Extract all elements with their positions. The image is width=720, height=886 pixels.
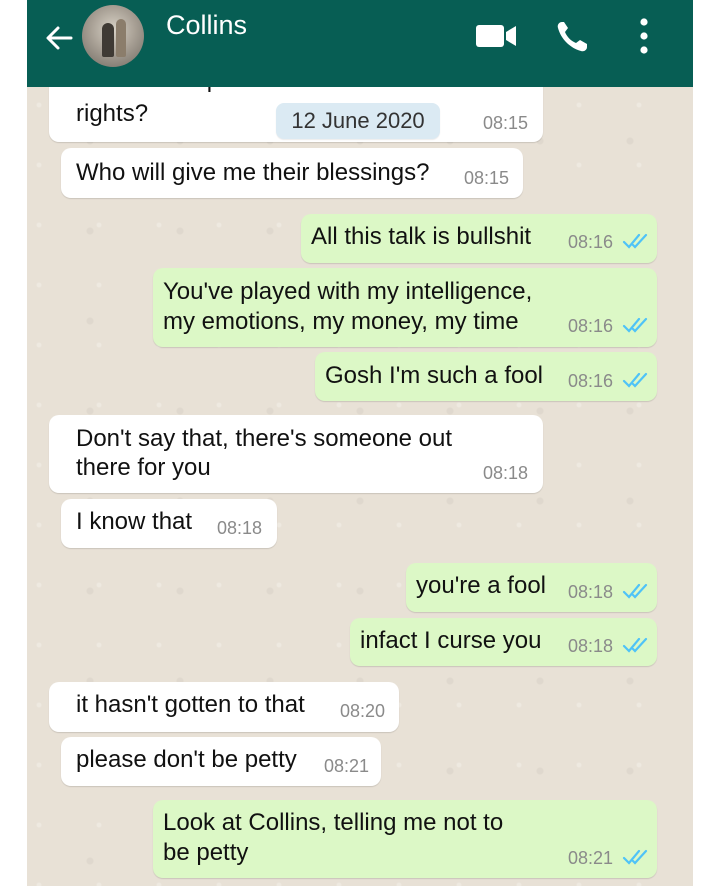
chat-header: Collins (27, 0, 693, 87)
arrow-back-icon[interactable] (43, 22, 75, 54)
message-incoming[interactable]: Who will give me their blessings? 08:15 (61, 148, 523, 198)
message-text-line: rights? (76, 100, 149, 127)
message-outgoing[interactable]: Look at Collins, telling me not to be pe… (153, 800, 657, 878)
message-text: I know that (76, 508, 193, 535)
double-check-read-icon (622, 637, 648, 653)
message-time: 08:16 (568, 371, 614, 391)
double-check-read-icon (622, 583, 648, 599)
message-outgoing[interactable]: you're a fool 08:18 (406, 563, 657, 612)
video-call-icon[interactable] (473, 22, 519, 50)
message-incoming[interactable]: I know that 08:18 (61, 499, 277, 548)
message-text: All this talk is bullshit (311, 223, 532, 250)
double-check-read-icon (622, 372, 648, 388)
message-time: 08:20 (340, 701, 386, 721)
message-incoming[interactable]: Don't say that, there's someone out ther… (49, 415, 543, 493)
message-time: 08:21 (568, 848, 614, 868)
more-options-icon[interactable] (637, 16, 651, 56)
message-outgoing[interactable]: You've played with my intelligence, my e… (153, 268, 657, 347)
message-text-line: my emotions, my money, my time (163, 308, 519, 335)
message-text-line: be petty (163, 839, 249, 866)
message-text-line: Look at Collins, telling me not to (163, 809, 504, 836)
double-check-read-icon (622, 317, 648, 333)
message-outgoing[interactable]: infact I curse you 08:18 (350, 618, 657, 666)
screen-border-left (0, 0, 27, 886)
message-time: 08:18 (217, 518, 263, 538)
message-text: please don't be petty (76, 746, 297, 773)
message-incoming[interactable]: it hasn't gotten to that 08:20 (49, 682, 399, 732)
message-time: 08:18 (483, 463, 529, 483)
message-text-line: You've played with my intelligence, (163, 278, 533, 305)
contact-avatar[interactable] (82, 5, 144, 67)
message-time: 08:21 (324, 756, 370, 776)
double-check-read-icon (622, 233, 648, 249)
message-time: 08:18 (568, 582, 614, 602)
message-incoming[interactable]: please don't be petty 08:21 (61, 737, 381, 786)
message-time: 08:16 (568, 232, 614, 252)
message-outgoing[interactable]: Gosh I'm such a fool 08:16 (315, 352, 657, 401)
message-text-line: there for you (76, 454, 211, 481)
message-time: 08:18 (568, 636, 614, 656)
message-time: 08:15 (483, 113, 529, 133)
message-text: infact I curse you (360, 627, 542, 654)
message-text: it hasn't gotten to that (76, 691, 305, 718)
message-list[interactable]: 12 June 2020 Where will I perform the tr… (27, 87, 693, 886)
message-text: Gosh I'm such a fool (325, 362, 544, 389)
voice-call-icon[interactable] (553, 18, 593, 56)
message-outgoing[interactable]: All this talk is bullshit 08:16 (301, 214, 657, 263)
message-text: you're a fool (416, 572, 546, 599)
date-separator: 12 June 2020 (276, 103, 440, 139)
contact-name[interactable]: Collins (166, 10, 247, 41)
message-time: 08:16 (568, 316, 614, 336)
message-text-line: Don't say that, there's someone out (76, 425, 453, 452)
message-text-line: Where will I perform the traditional (76, 87, 440, 95)
message-time: 08:15 (464, 168, 510, 188)
screen-border-right (693, 0, 720, 886)
double-check-read-icon (622, 849, 648, 865)
message-text: Who will give me their blessings? (76, 159, 430, 186)
